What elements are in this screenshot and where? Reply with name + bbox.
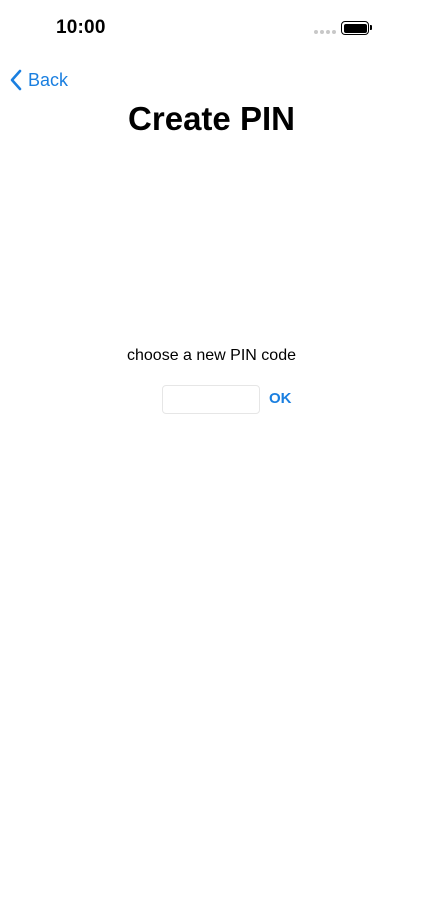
status-bar: 10:00 xyxy=(0,0,423,56)
back-label: Back xyxy=(28,69,69,90)
pin-input[interactable] xyxy=(162,385,260,414)
ok-button[interactable]: OK xyxy=(269,390,292,407)
back-button[interactable]: Back xyxy=(10,67,68,93)
battery-cap xyxy=(370,25,372,30)
pin-prompt: choose a new PIN code xyxy=(127,347,296,364)
battery-icon xyxy=(341,21,369,35)
status-time: 10:00 xyxy=(56,17,106,38)
page-title: Create PIN xyxy=(128,100,295,137)
signal-dots-icon xyxy=(314,30,336,34)
chevron-left-icon xyxy=(10,69,22,91)
